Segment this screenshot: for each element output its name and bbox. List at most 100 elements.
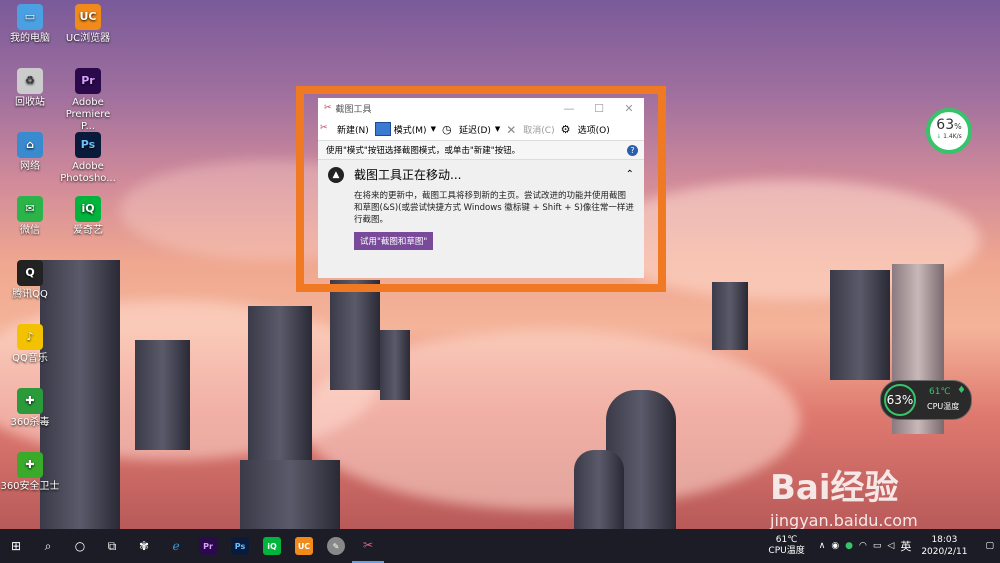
desktop-icon-iqiyi[interactable]: iQ 爱奇艺 bbox=[58, 196, 118, 237]
desktop-icon-network[interactable]: ⌂ 网络 bbox=[0, 132, 60, 173]
taskbar-app-photoshop[interactable]: Ps bbox=[224, 529, 256, 563]
new-label: 新建(N) bbox=[337, 125, 369, 136]
desktop-icon-recycle-bin[interactable]: ♻ 回收站 bbox=[0, 68, 60, 109]
clock[interactable]: 18:03 2020/2/11 bbox=[921, 534, 967, 558]
scissors-icon: ✂ bbox=[324, 103, 332, 113]
window-title: 截图工具 bbox=[335, 104, 372, 115]
watermark-url: jingyan.baidu.com bbox=[770, 511, 918, 529]
start-button[interactable]: ⊞ bbox=[0, 529, 32, 563]
desktop-icon-wechat[interactable]: ✉ 微信 bbox=[0, 196, 60, 237]
uc-browser-icon: UC bbox=[295, 537, 313, 555]
desktop-icon-uc-browser[interactable]: UC UC浏览器 bbox=[58, 4, 118, 45]
task-view-icon: ⧉ bbox=[107, 538, 117, 553]
taskbar-app-ie[interactable]: ℯ bbox=[160, 529, 192, 563]
premiere-icon: Pr bbox=[199, 537, 217, 555]
desktop-icon-label: 网络 bbox=[20, 161, 40, 172]
options-button[interactable]: ⚙ 选项(O) bbox=[561, 123, 610, 136]
clock-date: 2020/2/11 bbox=[921, 547, 968, 557]
clock-time: 18:03 bbox=[931, 535, 958, 545]
desktop-icon-label: QQ音乐 bbox=[12, 353, 48, 364]
taskbar-app-snipping[interactable]: ✂ bbox=[352, 529, 384, 563]
shield-icon[interactable]: ● bbox=[845, 541, 853, 551]
cpu-temp-tray[interactable]: 61℃ CPU温度 bbox=[768, 535, 804, 557]
taskbar-app-uc[interactable]: UC bbox=[288, 529, 320, 563]
title-bar[interactable]: ✂ 截图工具 — ☐ ✕ bbox=[318, 98, 644, 118]
desktop-icon-360-security[interactable]: ✚ 360安全卫士 bbox=[0, 452, 60, 493]
360-security-icon: ✚ bbox=[17, 452, 43, 478]
snipping-tool-window: ✂ 截图工具 — ☐ ✕ ✂ 新建(N) 模式(M) ▼ ◷ 延迟(D) ▼ ✕… bbox=[318, 98, 644, 278]
input-method[interactable]: 英 bbox=[900, 538, 911, 554]
desktop-icon-label: Adobe Photosho... bbox=[60, 161, 116, 184]
notification-icon[interactable]: ▢ bbox=[985, 541, 994, 551]
close-button[interactable]: ✕ bbox=[614, 102, 644, 115]
photoshop-icon: Ps bbox=[75, 132, 101, 158]
mode-icon bbox=[374, 122, 391, 136]
gauge-speed: 1.4K/s bbox=[943, 133, 962, 140]
taskbar-app-generic[interactable]: ✎ bbox=[320, 529, 352, 563]
skyscraper bbox=[330, 280, 380, 390]
taskbar-app-iqiyi[interactable]: iQ bbox=[256, 529, 288, 563]
skyscraper bbox=[380, 330, 410, 400]
premiere-icon: Pr bbox=[75, 68, 101, 94]
cortana-icon: ○ bbox=[74, 539, 86, 553]
windows-icon: ⊞ bbox=[10, 539, 22, 553]
gauge-unit: % bbox=[954, 122, 962, 131]
search-icon: ⌕ bbox=[44, 538, 52, 553]
cortana-button[interactable]: ○ bbox=[64, 529, 96, 563]
taskbar-app-pinwheel[interactable]: ✾ bbox=[128, 529, 160, 563]
360-antivirus-icon: ✚ bbox=[17, 388, 43, 414]
taskbar-app-premiere[interactable]: Pr bbox=[192, 529, 224, 563]
maximize-button[interactable]: ☐ bbox=[584, 102, 614, 115]
pinwheel-icon: ✾ bbox=[138, 539, 150, 553]
wifi-icon[interactable]: ◠ bbox=[859, 541, 867, 551]
desktop-icon-label: Adobe Premiere P... bbox=[65, 97, 111, 132]
network-speed-widget[interactable]: 63% ↓ 1.4K/s bbox=[926, 108, 972, 154]
photoshop-icon: Ps bbox=[231, 537, 249, 555]
desktop-icon-label: 回收站 bbox=[15, 97, 45, 108]
volume-icon[interactable]: ◁ bbox=[887, 541, 894, 551]
cpu-temp-label: CPU温度 bbox=[927, 402, 960, 411]
desktop-icon-label: 360安全卫士 bbox=[0, 481, 60, 492]
search-button[interactable]: ⌕ bbox=[32, 529, 64, 563]
skyscraper bbox=[830, 270, 890, 380]
mode-button[interactable]: 模式(M) ▼ bbox=[374, 122, 436, 136]
desktop-icon-qq[interactable]: Q 腾讯QQ bbox=[0, 260, 60, 301]
minimize-button[interactable]: — bbox=[554, 102, 584, 115]
tray-cpu-label: CPU温度 bbox=[768, 546, 805, 556]
chevron-up-icon[interactable]: ∧ bbox=[819, 541, 826, 551]
delay-label: 延迟(D) bbox=[458, 125, 491, 136]
desktop-icon-qq-music[interactable]: ♪ QQ音乐 bbox=[0, 324, 60, 365]
battery-icon[interactable]: ▭ bbox=[873, 541, 882, 551]
snip-sketch-icon: ▲ bbox=[328, 166, 344, 183]
desktop-icon-computer[interactable]: ▭ 我的电脑 bbox=[0, 4, 60, 45]
network-icon: ⌂ bbox=[17, 132, 43, 158]
flame-icon: ♦ bbox=[957, 385, 966, 396]
help-icon[interactable]: ? bbox=[627, 144, 638, 156]
scissors-icon: ✂ bbox=[320, 123, 328, 133]
cancel-button[interactable]: ✕ 取消(C) bbox=[506, 123, 555, 137]
hint-bar: 使用"模式"按钮选择截图模式，或单击"新建"按钮。 ? bbox=[318, 140, 644, 160]
cpu-temp-widget[interactable]: 63% 61℃ ♦ CPU温度 bbox=[880, 380, 972, 420]
cancel-label: 取消(C) bbox=[523, 125, 555, 136]
clock-icon: ◷ bbox=[441, 123, 452, 136]
taskbar: ⊞ ⌕ ○ ⧉ ✾ ℯ Pr Ps iQ UC ✎ ✂ 61℃ CPU温度 ∧ … bbox=[0, 529, 1000, 563]
desktop-icon-label: 我的电脑 bbox=[10, 33, 50, 44]
delay-button[interactable]: ◷ 延迟(D) ▼ bbox=[442, 123, 500, 136]
task-view-button[interactable]: ⧉ bbox=[96, 529, 128, 563]
hint-text: 使用"模式"按钮选择截图模式，或单击"新建"按钮。 bbox=[326, 146, 521, 156]
qq-tray-icon[interactable]: ◉ bbox=[831, 541, 839, 551]
new-button[interactable]: ✂ 新建(N) bbox=[320, 123, 369, 136]
iqiyi-icon: iQ bbox=[263, 537, 281, 555]
notice-body: 在将来的更新中，截图工具将移到新的主页。尝试改进的功能并使用截图和草图(&S)(… bbox=[354, 191, 634, 225]
chevron-up-icon[interactable]: ⌃ bbox=[626, 169, 634, 180]
desktop-icon-premiere[interactable]: Pr Adobe Premiere P... bbox=[58, 68, 118, 133]
desktop-icon-360-antivirus[interactable]: ✚ 360杀毒 bbox=[0, 388, 60, 429]
desktop-icon-photoshop[interactable]: Ps Adobe Photosho... bbox=[58, 132, 118, 185]
system-tray: 61℃ CPU温度 ∧ ◉ ● ◠ ▭ ◁ 英 18:03 2020/2/11 … bbox=[768, 529, 1000, 563]
gauge-percent: 63 bbox=[936, 117, 955, 133]
skyscraper bbox=[240, 460, 340, 529]
scissors-icon: ✂ bbox=[362, 538, 374, 552]
mode-label: 模式(M) bbox=[393, 125, 427, 136]
watermark-brand: Bai经验 bbox=[770, 468, 899, 508]
try-snip-sketch-button[interactable]: 试用"截图和草图" bbox=[354, 232, 434, 250]
